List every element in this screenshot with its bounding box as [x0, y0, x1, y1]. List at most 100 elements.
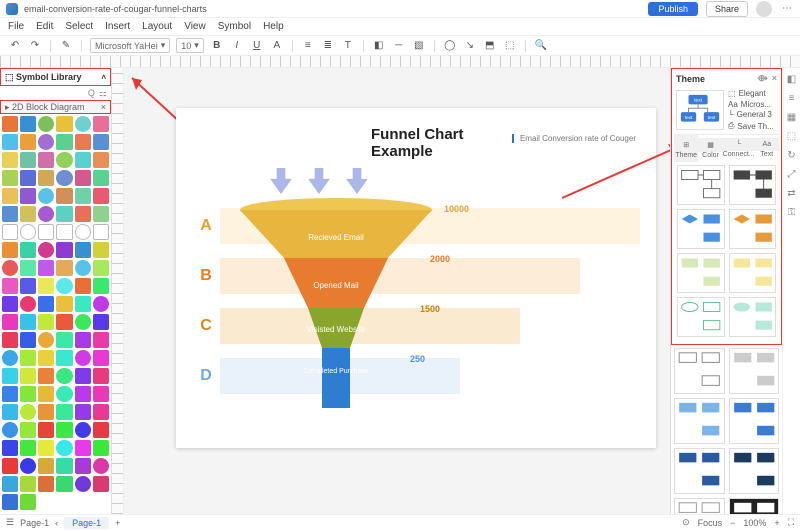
- shape-swatch[interactable]: [93, 242, 109, 258]
- theme-swatch[interactable]: [729, 297, 777, 337]
- shape-icon[interactable]: ◯: [443, 39, 457, 53]
- shape-swatch[interactable]: [20, 296, 36, 312]
- prev-page-icon[interactable]: ‹: [55, 518, 58, 528]
- shape-swatch[interactable]: [2, 386, 18, 402]
- shape-swatch[interactable]: [75, 278, 91, 294]
- shape-swatch[interactable]: [38, 314, 54, 330]
- page-list-icon[interactable]: ☰: [6, 517, 14, 528]
- shape-swatch[interactable]: [56, 152, 72, 168]
- shape-swatch[interactable]: [38, 350, 54, 366]
- theme-swatch[interactable]: [674, 348, 725, 394]
- shape-swatch[interactable]: [56, 332, 72, 348]
- shape-swatch[interactable]: [75, 404, 91, 420]
- shape-swatch[interactable]: [2, 422, 18, 438]
- shape-swatch[interactable]: [56, 188, 72, 204]
- shape-swatch[interactable]: [93, 116, 109, 132]
- shape-swatch[interactable]: [75, 116, 91, 132]
- underline-icon[interactable]: U: [250, 39, 264, 53]
- shape-swatch[interactable]: [38, 224, 54, 240]
- shape-swatch[interactable]: [38, 242, 54, 258]
- shape-swatch[interactable]: [93, 476, 109, 492]
- shape-swatch[interactable]: [20, 404, 36, 420]
- theme-opt-elegant[interactable]: ⬚Elegant: [728, 89, 779, 98]
- tab-color[interactable]: ▦Color: [698, 135, 722, 162]
- text-icon[interactable]: T: [341, 39, 355, 53]
- shape-swatch[interactable]: [2, 458, 18, 474]
- arrange-icon[interactable]: ⬒: [483, 39, 497, 53]
- shape-swatch[interactable]: [2, 368, 18, 384]
- line-icon[interactable]: ─: [392, 39, 406, 53]
- shape-swatch[interactable]: [20, 386, 36, 402]
- shape-swatch[interactable]: [2, 332, 18, 348]
- shape-swatch[interactable]: [75, 260, 91, 276]
- zoom-level[interactable]: 100%: [743, 518, 766, 528]
- shape-swatch[interactable]: [2, 350, 18, 366]
- theme-swatch[interactable]: [677, 165, 725, 205]
- shape-swatch[interactable]: [93, 260, 109, 276]
- shape-swatch[interactable]: [2, 224, 18, 240]
- search-icon[interactable]: 🔍: [534, 39, 548, 53]
- shape-swatch[interactable]: [2, 476, 18, 492]
- shape-swatch[interactable]: [2, 134, 18, 150]
- shape-swatch[interactable]: [2, 116, 18, 132]
- rail-lock-icon[interactable]: ⚿: [788, 207, 796, 218]
- shape-swatch[interactable]: [20, 170, 36, 186]
- shape-swatch[interactable]: [75, 170, 91, 186]
- rail-grid-icon[interactable]: ▦: [787, 112, 796, 123]
- shape-swatch[interactable]: [20, 494, 36, 510]
- shape-swatch[interactable]: [56, 242, 72, 258]
- shape-swatch[interactable]: [75, 386, 91, 402]
- shape-swatch[interactable]: [38, 368, 54, 384]
- shape-swatch[interactable]: [2, 278, 18, 294]
- align-v-icon[interactable]: ≣: [321, 39, 335, 53]
- shape-swatch[interactable]: [93, 422, 109, 438]
- filter-icon[interactable]: ⚏: [99, 88, 107, 99]
- shape-swatch[interactable]: [93, 296, 109, 312]
- shape-swatch[interactable]: [20, 278, 36, 294]
- shape-swatch[interactable]: [2, 242, 18, 258]
- shape-swatch[interactable]: [75, 440, 91, 456]
- rail-link-icon[interactable]: ⇄: [787, 188, 795, 199]
- shape-swatch[interactable]: [2, 494, 18, 510]
- shape-swatch[interactable]: [93, 386, 109, 402]
- theme-swatch[interactable]: [674, 498, 725, 514]
- shape-swatch[interactable]: [93, 458, 109, 474]
- menu-layout[interactable]: Layout: [142, 21, 172, 32]
- fullscreen-icon[interactable]: ⛶: [788, 517, 794, 528]
- shape-swatch[interactable]: [56, 296, 72, 312]
- close-icon[interactable]: ×: [772, 73, 777, 84]
- redo-icon[interactable]: ↷: [28, 39, 42, 53]
- shape-swatch[interactable]: [38, 476, 54, 492]
- shape-swatch[interactable]: [20, 458, 36, 474]
- shape-swatch[interactable]: [75, 242, 91, 258]
- category-header[interactable]: ▸ 2D Block Diagram×: [0, 100, 111, 114]
- shape-swatch[interactable]: [38, 206, 54, 222]
- shape-swatch[interactable]: [56, 314, 72, 330]
- brush-icon[interactable]: ✎: [59, 39, 73, 53]
- pin-icon[interactable]: ⟴: [757, 73, 767, 84]
- shape-swatch[interactable]: [56, 260, 72, 276]
- shape-swatch[interactable]: [93, 152, 109, 168]
- theme-swatch[interactable]: [729, 448, 780, 494]
- shape-swatch[interactable]: [56, 224, 72, 240]
- rail-style-icon[interactable]: ◧: [787, 74, 796, 85]
- shape-swatch[interactable]: [2, 404, 18, 420]
- theme-swatch[interactable]: [729, 209, 777, 249]
- fill-icon[interactable]: ◧: [372, 39, 386, 53]
- theme-swatch[interactable]: [729, 253, 777, 293]
- close-icon[interactable]: ×: [101, 102, 106, 112]
- italic-icon[interactable]: I: [230, 39, 244, 53]
- shape-swatch[interactable]: [38, 404, 54, 420]
- theme-swatch[interactable]: [729, 165, 777, 205]
- font-size[interactable]: 10▾: [176, 38, 204, 53]
- shape-swatch[interactable]: [75, 296, 91, 312]
- shape-swatch[interactable]: [38, 440, 54, 456]
- more-icon[interactable]: ⋯: [780, 2, 794, 16]
- shape-swatch[interactable]: [56, 386, 72, 402]
- shape-swatch[interactable]: [20, 152, 36, 168]
- undo-icon[interactable]: ↶: [8, 39, 22, 53]
- shape-swatch[interactable]: [75, 458, 91, 474]
- shape-swatch[interactable]: [20, 260, 36, 276]
- shape-swatch[interactable]: [75, 134, 91, 150]
- shape-swatch[interactable]: [2, 188, 18, 204]
